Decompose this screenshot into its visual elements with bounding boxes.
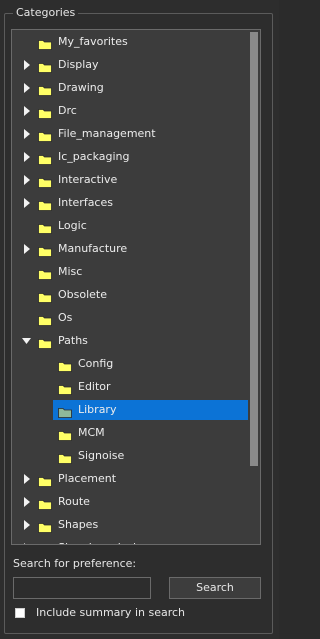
tree-item-interfaces[interactable]: Interfaces [12, 193, 248, 213]
tree-item-label: Interfaces [58, 196, 113, 209]
chevron-down-icon[interactable] [22, 331, 32, 351]
tree-item-label: Interactive [58, 173, 118, 186]
tree-item-ic-packaging[interactable]: Ic_packaging [12, 147, 248, 167]
tree-item-label: Display [58, 58, 99, 71]
tree-item-obsolete[interactable]: Obsolete [12, 285, 248, 305]
chevron-right-icon[interactable] [22, 55, 32, 75]
tree-item-logic[interactable]: Logic [12, 216, 248, 236]
search-input[interactable] [13, 577, 151, 599]
chevron-right-icon[interactable] [22, 538, 32, 544]
tree-item-signoise[interactable]: Signoise [12, 446, 248, 466]
chevron-right-icon[interactable] [22, 101, 32, 121]
chevron-right-icon[interactable] [22, 469, 32, 489]
tree-item-file-management[interactable]: File_management [12, 124, 248, 144]
folder-icon [38, 129, 52, 142]
tree-item-route[interactable]: Route [12, 492, 248, 512]
folder-icon [38, 290, 52, 303]
tree-item-misc[interactable]: Misc [12, 262, 248, 282]
chevron-right-icon[interactable] [22, 124, 32, 144]
tree-item-label: Logic [58, 219, 87, 232]
folder-icon [38, 543, 52, 544]
folder-icon [38, 83, 52, 96]
tree-scrollbar[interactable] [248, 30, 260, 544]
folder-icon [38, 244, 52, 257]
folder-icon [38, 336, 52, 349]
tree-item-signal-analysis[interactable]: Signal_analysis [12, 538, 248, 544]
preferences-categories-panel: Categories My_favorites Display Drawing Drc… [0, 0, 279, 639]
tree-item-label: My_favorites [58, 35, 128, 48]
tree-item-os[interactable]: Os [12, 308, 248, 328]
tree-item-library[interactable]: Library [12, 400, 248, 420]
tree-item-manufacture[interactable]: Manufacture [12, 239, 248, 259]
categories-title: Categories [13, 6, 79, 20]
include-summary-checkbox[interactable] [15, 608, 25, 618]
tree-item-label: Route [58, 495, 90, 508]
search-button[interactable]: Search [169, 577, 261, 599]
tree-item-label: Os [58, 311, 73, 324]
folder-icon [58, 451, 72, 464]
chevron-right-icon[interactable] [22, 515, 32, 535]
folder-icon [38, 520, 52, 533]
folder-icon [38, 497, 52, 510]
folder-icon [38, 267, 52, 280]
chevron-right-icon[interactable] [22, 170, 32, 190]
folder-icon [58, 405, 72, 418]
chevron-right-icon[interactable] [22, 492, 32, 512]
tree-item-label: Library [78, 403, 117, 416]
folder-icon [38, 106, 52, 119]
tree-item-label: Editor [78, 380, 111, 393]
tree-item-interactive[interactable]: Interactive [12, 170, 248, 190]
tree-item-label: File_management [58, 127, 156, 140]
folder-icon [38, 175, 52, 188]
chevron-right-icon[interactable] [22, 239, 32, 259]
tree-item-drawing[interactable]: Drawing [12, 78, 248, 98]
tree-item-label: MCM [78, 426, 105, 439]
tree-item-mcm[interactable]: MCM [12, 423, 248, 443]
tree-item-placement[interactable]: Placement [12, 469, 248, 489]
chevron-right-icon[interactable] [22, 147, 32, 167]
tree-item-label: Drawing [58, 81, 104, 94]
chevron-right-icon[interactable] [22, 78, 32, 98]
folder-icon [58, 359, 72, 372]
folder-icon [58, 428, 72, 441]
folder-icon [58, 382, 72, 395]
tree-scrollbar-thumb[interactable] [250, 32, 258, 466]
folder-icon [38, 37, 52, 50]
folder-icon [38, 198, 52, 211]
tree-item-label: Signal_analysis [58, 538, 142, 544]
tree-item-label: Shapes [58, 518, 99, 531]
folder-icon [38, 221, 52, 234]
tree-item-shapes[interactable]: Shapes [12, 515, 248, 535]
folder-icon [38, 60, 52, 73]
tree-item-label: Manufacture [58, 242, 128, 255]
folder-icon [38, 474, 52, 487]
tree-item-label: Ic_packaging [58, 150, 130, 163]
folder-icon [38, 152, 52, 165]
tree-item-label: Placement [58, 472, 117, 485]
chevron-right-icon[interactable] [22, 193, 32, 213]
tree-item-label: Paths [58, 334, 88, 347]
tree-item-label: Config [78, 357, 114, 370]
tree-item-label: Signoise [78, 449, 125, 462]
tree-item-label: Drc [58, 104, 77, 117]
tree-item-display[interactable]: Display [12, 55, 248, 75]
tree-item-label: Obsolete [58, 288, 108, 301]
tree-item-my-favorites[interactable]: My_favorites [12, 32, 248, 52]
folder-icon [38, 313, 52, 326]
tree-item-drc[interactable]: Drc [12, 101, 248, 121]
categories-tree[interactable]: My_favorites Display Drawing Drc File_manage… [11, 29, 261, 545]
tree-item-config[interactable]: Config [12, 354, 248, 374]
tree-item-editor[interactable]: Editor [12, 377, 248, 397]
tree-item-label: Misc [58, 265, 83, 278]
search-label: Search for preference: [13, 557, 137, 570]
include-summary-label: Include summary in search [36, 606, 186, 619]
tree-item-paths[interactable]: Paths [12, 331, 248, 351]
